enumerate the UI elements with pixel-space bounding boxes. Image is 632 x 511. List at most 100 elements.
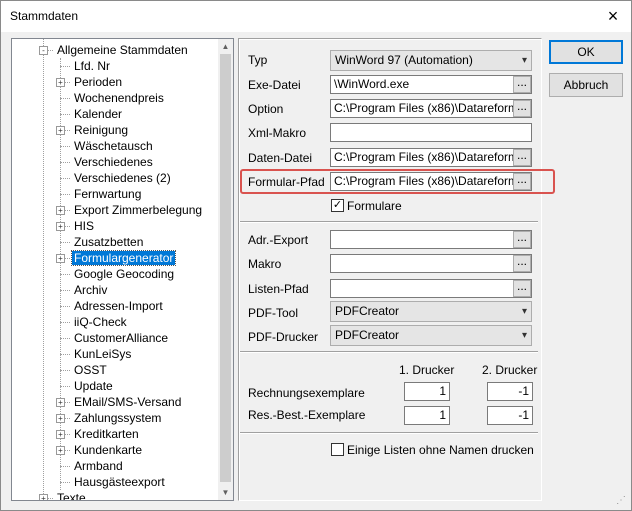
exe-field[interactable]: \WinWord.exe — [330, 75, 532, 94]
resbest-drucker2-field[interactable]: -1 — [487, 406, 533, 425]
tree-item[interactable]: Export Zimmerbelegung — [72, 202, 204, 218]
tree-item[interactable]: Archiv — [72, 282, 109, 298]
title-bar: Stammdaten × — [1, 1, 631, 32]
typ-combobox[interactable]: WinWord 97 (Automation) ▾ — [330, 50, 532, 71]
tree-item[interactable]: EMail/SMS-Versand — [72, 394, 183, 410]
daten-browse-button[interactable]: ... — [513, 149, 531, 166]
tree-item-label: Zusatzbetten — [74, 235, 144, 249]
tree-item[interactable]: Verschiedenes — [72, 154, 155, 170]
tree-item[interactable]: Reinigung — [72, 122, 130, 138]
listen-field[interactable] — [330, 279, 532, 298]
tree-item[interactable]: Lfd. Nr — [72, 58, 112, 74]
tree-item[interactable]: HIS — [72, 218, 96, 234]
option-field[interactable]: C:\Program Files (x86)\Datareform\Fo — [330, 99, 532, 118]
abbruch-button[interactable]: Abbruch — [549, 73, 623, 97]
pdftool-combobox[interactable]: PDFCreator ▾ — [330, 301, 532, 322]
tree-item[interactable]: Kreditkarten — [72, 426, 141, 442]
tree-item-label: Kreditkarten — [74, 427, 139, 441]
tree-connector-line — [60, 306, 70, 307]
tree-item[interactable]: KunLeiSys — [72, 346, 133, 362]
tree-item[interactable]: Verschiedenes (2) — [72, 170, 173, 186]
rechnung-drucker1-field[interactable]: 1 — [404, 382, 450, 401]
resbest-label: Res.-Best.-Exemplare — [248, 408, 366, 422]
tree-item-label: Export Zimmerbelegung — [74, 203, 203, 217]
tree-item[interactable]: Texte — [55, 490, 88, 500]
tree-item[interactable]: Allgemeine Stammdaten — [55, 42, 190, 58]
expand-icon[interactable]: + — [56, 430, 65, 439]
expand-icon[interactable]: + — [56, 414, 65, 423]
tree-item[interactable]: OSST — [72, 362, 109, 378]
tree-item-label: HIS — [74, 219, 95, 233]
tree-item-label: Verschiedenes — [74, 155, 153, 169]
option-browse-button[interactable]: ... — [513, 100, 531, 117]
listen-label: Listen-Pfad — [248, 282, 309, 296]
adr-field[interactable] — [330, 230, 532, 249]
tree-item-label: CustomerAlliance — [74, 331, 169, 345]
tree-connector-line — [60, 354, 70, 355]
tree-item-label: Hausgästeexport — [74, 475, 165, 489]
scroll-up-icon[interactable]: ▲ — [218, 39, 233, 54]
tree-item[interactable]: Fernwartung — [72, 186, 143, 202]
rechnung-drucker2-field[interactable]: -1 — [487, 382, 533, 401]
xml-label: Xml-Makro — [248, 126, 307, 140]
scroll-down-icon[interactable]: ▼ — [218, 485, 233, 500]
tree-connector-line — [60, 178, 70, 179]
exe-browse-button[interactable]: ... — [513, 76, 531, 93]
xml-field[interactable] — [330, 123, 532, 142]
expand-icon[interactable]: + — [56, 206, 65, 215]
tree-item-label: Wochenendpreis — [74, 91, 164, 105]
resbest-drucker1-field[interactable]: 1 — [404, 406, 450, 425]
tree-item[interactable]: Formulargenerator — [70, 250, 177, 266]
makro-label: Makro — [248, 257, 282, 271]
adr-browse-button[interactable]: ... — [513, 231, 531, 248]
tree-item[interactable]: Adressen-Import — [72, 298, 165, 314]
listen-checkbox[interactable] — [331, 443, 344, 456]
resize-grip-icon[interactable]: ⋰ — [616, 495, 626, 506]
tree-item[interactable]: Armband — [72, 458, 125, 474]
tree-item[interactable]: Update — [72, 378, 115, 394]
tree-item[interactable]: Zahlungssystem — [72, 410, 163, 426]
tree-item-label: Wäschetausch — [74, 139, 153, 153]
expand-icon[interactable]: + — [39, 494, 48, 500]
tree-scrollbar[interactable]: ▲ ▼ — [218, 39, 233, 500]
expand-icon[interactable]: + — [56, 222, 65, 231]
tree-item[interactable]: Perioden — [72, 74, 124, 90]
tree-item[interactable]: iiQ-Check — [72, 314, 129, 330]
adr-label: Adr.-Export — [248, 233, 309, 247]
makro-field[interactable] — [330, 254, 532, 273]
tree-item-label: Lfd. Nr — [74, 59, 111, 73]
tree-item-label: Perioden — [74, 75, 123, 89]
expand-icon[interactable]: + — [56, 78, 65, 87]
tree-item[interactable]: CustomerAlliance — [72, 330, 170, 346]
listen-browse-button[interactable]: ... — [513, 280, 531, 297]
collapse-icon[interactable]: - — [39, 46, 48, 55]
option-label: Option — [248, 102, 284, 116]
close-icon[interactable]: × — [601, 4, 625, 28]
tree-item-label: Texte — [57, 491, 86, 500]
tree-connector-line — [60, 98, 70, 99]
tree-item-label: Allgemeine Stammdaten — [57, 43, 188, 57]
tree-view[interactable]: - Allgemeine Stammdaten Lfd. Nr + Perioden Wo… — [11, 38, 234, 501]
tree-item-label: Armband — [74, 459, 123, 473]
tree-item[interactable]: Hausgästeexport — [72, 474, 167, 490]
scroll-thumb[interactable] — [220, 54, 231, 482]
expand-icon[interactable]: + — [56, 446, 65, 455]
daten-field[interactable]: C:\Program Files (x86)\Datareform\Fo — [330, 148, 532, 167]
expand-icon[interactable]: + — [56, 126, 65, 135]
expand-icon[interactable]: + — [56, 398, 65, 407]
tree-item[interactable]: Kalender — [72, 106, 124, 122]
formulare-checkbox[interactable]: ✓ — [331, 199, 344, 212]
tree-item-label: Verschiedenes (2) — [74, 171, 171, 185]
tree-connector-line — [60, 290, 70, 291]
makro-browse-button[interactable]: ... — [513, 255, 531, 272]
tree-item[interactable]: Google Geocoding — [72, 266, 176, 282]
tree-item[interactable]: Wäschetausch — [72, 138, 155, 154]
tree-item[interactable]: Zusatzbetten — [72, 234, 145, 250]
tree-item[interactable]: Wochenendpreis — [72, 90, 166, 106]
tree-item[interactable]: Kundenkarte — [72, 442, 144, 458]
tree-item-label: OSST — [74, 363, 107, 377]
ok-button[interactable]: OK — [549, 40, 623, 64]
tree-item-label: Archiv — [74, 283, 108, 297]
pdfdrucker-combobox[interactable]: PDFCreator ▾ — [330, 325, 532, 346]
expand-icon[interactable]: + — [56, 254, 65, 263]
